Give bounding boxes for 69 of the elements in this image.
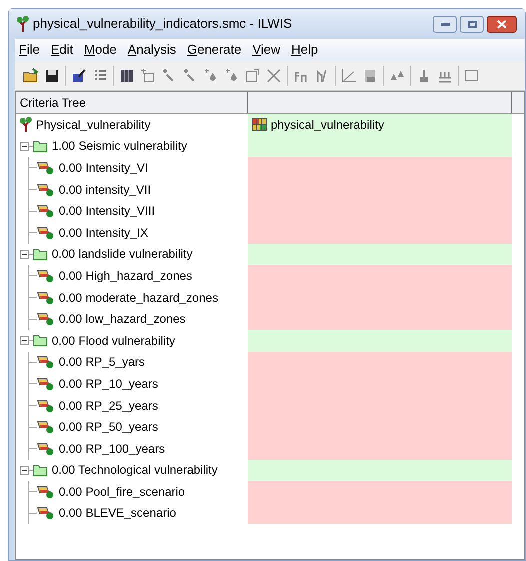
map-layer-icon — [37, 182, 55, 197]
minimize-button[interactable] — [433, 16, 457, 32]
tree-node[interactable]: 0.00 RP_10_years — [59, 374, 158, 393]
tree-node[interactable]: 0.00 Pool_fire_scenario — [59, 482, 186, 501]
tree-node[interactable]: 0.00 intensity_VII — [59, 180, 152, 199]
map-layer-icon — [37, 420, 55, 434]
collapse-toggle[interactable] — [20, 336, 29, 346]
menu-item[interactable]: Help — [292, 40, 318, 60]
tree-node[interactable]: 0.00 landslide vulnerability — [52, 245, 193, 264]
folder-icon — [33, 464, 48, 477]
tree-node[interactable]: 1.00 Seismic vulnerability — [52, 137, 188, 156]
tree-node[interactable]: 0.00 Technological vulnerability — [52, 461, 218, 480]
menu-item[interactable]: Edit — [50, 40, 74, 60]
maximize-button[interactable] — [460, 16, 484, 32]
menu-item[interactable]: Generate — [187, 40, 242, 60]
open-folder-icon[interactable] — [23, 68, 39, 84]
map-layer-icon — [37, 226, 55, 240]
close-icon — [497, 20, 507, 28]
window-title: physical_vulnerability_indicators.smc - ILWIS — [33, 15, 292, 34]
tree-node[interactable]: 0.00 RP_100_years — [59, 440, 166, 458]
raster-map-icon — [252, 118, 267, 132]
output-map-name: physical_vulnerability — [271, 116, 384, 134]
properties-icon[interactable] — [245, 68, 261, 84]
map-layer-icon — [37, 204, 55, 218]
delete-icon[interactable] — [266, 68, 282, 84]
window-icon[interactable] — [464, 68, 480, 84]
tree-node[interactable]: Physical_vulnerability — [36, 116, 151, 134]
map-layer-icon — [37, 376, 55, 391]
document-icon[interactable] — [362, 68, 378, 84]
folder-icon — [33, 334, 48, 348]
folder-icon — [33, 140, 48, 153]
tree-node[interactable]: 0.00 High_hazard_zones — [59, 266, 192, 285]
menu-item[interactable]: View — [252, 40, 281, 60]
add-group-icon[interactable] — [140, 68, 156, 84]
tree-node[interactable]: 0.00 RP_25_years — [59, 396, 158, 415]
menu-item[interactable]: Analysis — [128, 40, 176, 60]
map-layer-icon — [37, 355, 55, 370]
tree-node[interactable]: 0.00 moderate_hazard_zones — [59, 288, 218, 307]
map-layer-icon — [37, 398, 55, 413]
add-drop-icon[interactable] — [203, 68, 219, 84]
tree-node[interactable]: 0.00 low_hazard_zones — [59, 310, 186, 328]
map-layer-icon — [37, 484, 55, 499]
collapse-toggle[interactable] — [20, 142, 29, 151]
save-icon[interactable] — [44, 68, 60, 84]
tree-icon — [20, 117, 32, 132]
tree-node[interactable]: 0.00 Intensity_IX — [59, 224, 148, 242]
tree-node[interactable]: 0.00 RP_50_years — [59, 418, 158, 436]
map-layer-icon — [37, 312, 55, 326]
menu-item[interactable]: Mode — [84, 40, 117, 60]
edit-icon[interactable] — [71, 68, 87, 84]
map-layer-icon — [37, 268, 55, 283]
collapse-toggle[interactable] — [20, 466, 29, 475]
add-drop-icon[interactable] — [224, 68, 240, 84]
tree-icon — [17, 16, 29, 32]
map-layer-icon — [37, 442, 55, 456]
tree-node[interactable]: 0.00 Flood vulnerability — [52, 332, 176, 350]
folder-icon — [33, 248, 48, 261]
tree-node[interactable]: 0.00 Intensity_VIII — [59, 202, 156, 220]
collapse-toggle[interactable] — [20, 250, 29, 259]
map-layer-icon — [37, 290, 55, 305]
grid-map-icon[interactable] — [119, 68, 135, 84]
close-button[interactable] — [487, 16, 517, 32]
tree-node[interactable]: 0.00 BLEVE_scenario — [59, 504, 176, 522]
tree-node[interactable]: 0.00 RP_5_yars — [59, 353, 146, 372]
map-layer-icon — [37, 160, 55, 175]
graph-icon[interactable] — [341, 68, 357, 84]
tree-node[interactable]: 0.00 Intensity_VI — [59, 158, 148, 177]
map-layer-icon — [37, 506, 55, 520]
menu-item[interactable]: File — [19, 40, 40, 60]
